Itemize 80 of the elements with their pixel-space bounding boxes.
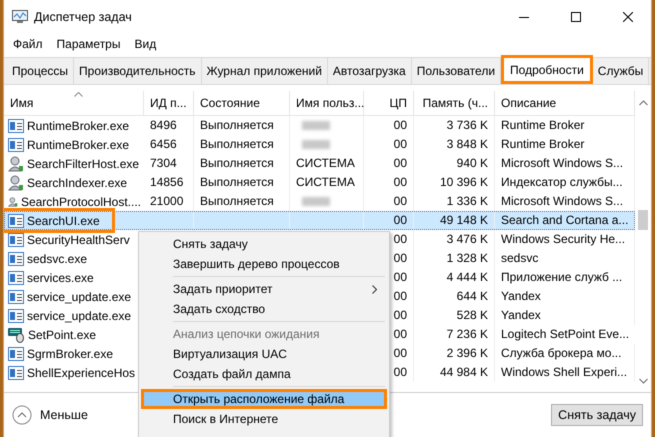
process-name-text: service_update.exe [27,308,132,322]
window-icon [8,366,24,380]
table-cell: Выполняется [194,154,290,173]
end-task-button[interactable]: Снять задачу [551,404,643,426]
table-cell: Выполняется [194,173,290,192]
table-cell: 7304 [144,154,194,173]
context-menu-item[interactable]: Открыть расположение файла [141,389,387,409]
user-search-icon [8,156,24,172]
fewer-details-button[interactable]: Меньше [12,405,88,425]
window-icon [8,290,24,304]
chevron-up-circle-icon [12,405,32,425]
context-menu-item[interactable]: Поиск в Интернете [141,409,387,429]
window-icon [8,308,24,322]
keyboard-mouse-icon [8,326,25,342]
column-header[interactable]: Имя польз... [290,91,364,115]
process-name-text: services.exe [27,270,94,284]
table-cell: 2 396 K [414,344,495,363]
process-name-text: RuntimeBroker.exe [27,118,130,132]
column-header[interactable]: Состояние [194,91,290,115]
window-icon [8,138,24,152]
scrollbar-thumb[interactable] [638,210,648,230]
column-header[interactable]: Имя [4,91,144,115]
selected-row[interactable]: SearchUI.exe 00 49 148 K Search and Cortana a... [4,211,635,230]
table-cell: 44 984 K [414,363,495,382]
window-title: Диспетчер задач [34,10,133,24]
window-icon [8,270,24,284]
table-cell: 10 396 K [414,173,495,192]
process-name-text: SecurityHealthServ [27,232,130,246]
table-cell: 940 K [414,154,495,173]
process-name-text: SearchFilterHost.exe [27,156,140,170]
table-cell: 00 [364,173,414,192]
table-cell: 00 [364,211,414,230]
table-cell: Выполняется [194,135,290,154]
table-cell: 8496 [144,116,194,135]
process-name-text: SearchUI.exe [27,214,100,228]
sort-caret-icon [74,92,83,97]
column-header[interactable]: Память (ч... [414,91,495,115]
process-name-text: SearchProtocolHost.... [20,194,141,208]
table-cell: 14856 [144,173,194,192]
tab[interactable]: Подробности [501,55,593,84]
column-header[interactable]: ЦП [364,91,414,115]
window-icon [8,232,24,246]
window-icon [8,214,24,228]
menu-item[interactable]: Параметры [50,37,126,51]
process-name-text: service_update.exe [27,290,132,304]
table-cell: 00 [364,116,414,135]
menu-item[interactable]: Вид [128,37,162,51]
process-name-text: ShellExperienceHos [27,366,136,380]
process-name-text: sedsvc.exe [27,252,88,266]
table-cell: 3 848 K [414,135,495,154]
table-cell: 644 K [414,287,495,306]
table-cell: 49 148 K [414,211,495,230]
table-cell: 1 328 K [414,249,495,268]
table-cell: СИСТЕМА [290,173,364,192]
process-name-text: SgrmBroker.exe [27,346,114,360]
window-icon [8,118,24,132]
table-cell: 00 [364,154,414,173]
monitor-chart-icon [12,10,28,24]
scroll-down-icon[interactable] [638,378,648,384]
table-cell: 4 444 K [414,268,495,287]
window-icon [8,346,24,360]
table-cell: 7 236 K [414,325,495,344]
column-header[interactable]: ИД п... [144,91,194,115]
table-cell: 3 736 K [414,116,495,135]
maximize-icon[interactable] [571,12,581,22]
scroll-up-icon[interactable] [638,100,648,106]
table-cell: 528 K [414,306,495,325]
process-name-text: SearchIndexer.exe [27,176,128,190]
table-cell: Выполняется [194,116,290,135]
process-name-text: RuntimeBroker.exe [27,138,130,152]
table-cell: 6456 [144,135,194,154]
table-cell: СИСТЕМА [290,154,364,173]
chevron-right-icon [372,284,377,294]
window-icon [8,252,24,266]
user-search-icon [8,174,24,190]
table-cell: 00 [364,135,414,154]
table-cell: 3 476 K [414,230,495,249]
process-name-text: SetPoint.exe [28,328,96,342]
close-icon[interactable] [623,12,633,22]
menu-item[interactable]: Файл [7,37,49,51]
